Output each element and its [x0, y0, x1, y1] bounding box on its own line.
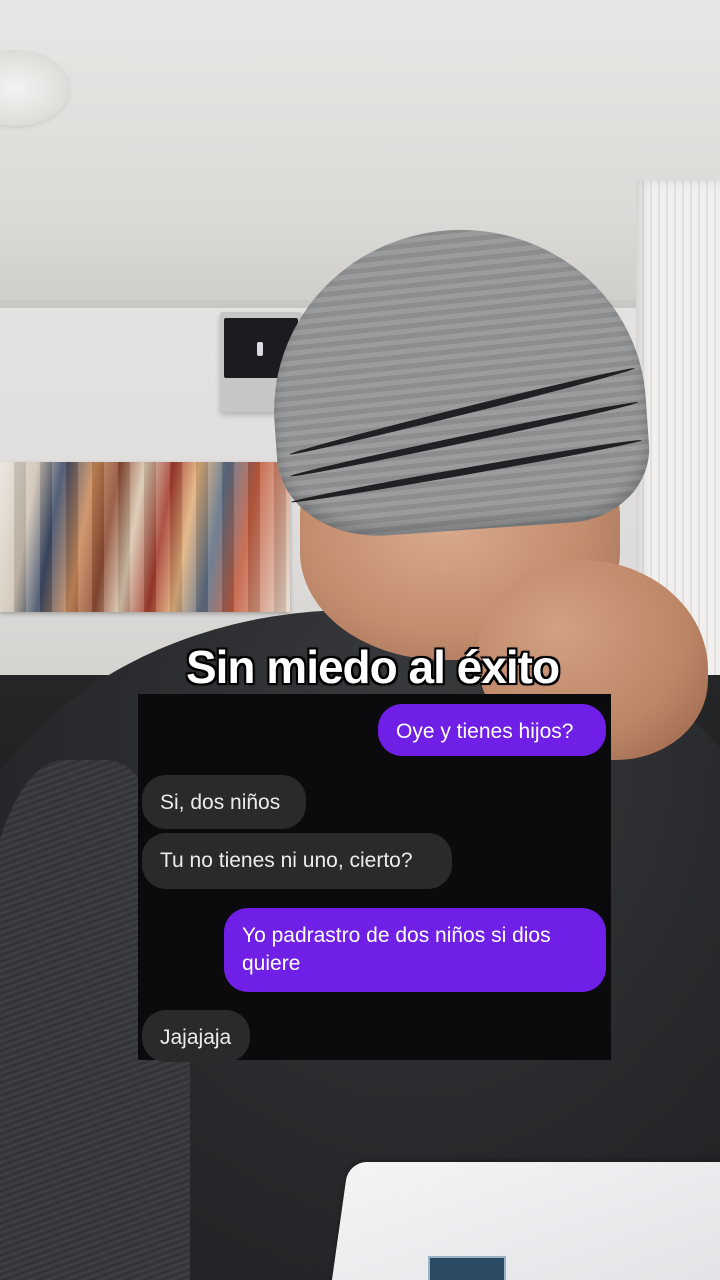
- video-caption: Sin miedo al éxito: [185, 641, 560, 693]
- message-bubble-incoming: Si, dos niños: [142, 775, 306, 829]
- message-bubble-outgoing: Yo padrastro de dos niños si dios quiere: [224, 908, 606, 992]
- laptop-sticker: [428, 1256, 506, 1280]
- chat-screenshot: Oye y tienes hijos? Si, dos niños Tu no …: [138, 694, 611, 1062]
- message-bubble-incoming: Jajajaja: [142, 1010, 250, 1062]
- message-bubble-outgoing: Oye y tienes hijos?: [378, 704, 606, 756]
- video-frame: Sin miedo al éxito Oye y tienes hijos? S…: [0, 0, 720, 1280]
- laptop: [327, 1162, 720, 1280]
- abstract-painting: [0, 462, 290, 612]
- message-bubble-incoming: Tu no tienes ni uno, cierto?: [142, 833, 452, 889]
- beanie-stripe: [290, 436, 643, 506]
